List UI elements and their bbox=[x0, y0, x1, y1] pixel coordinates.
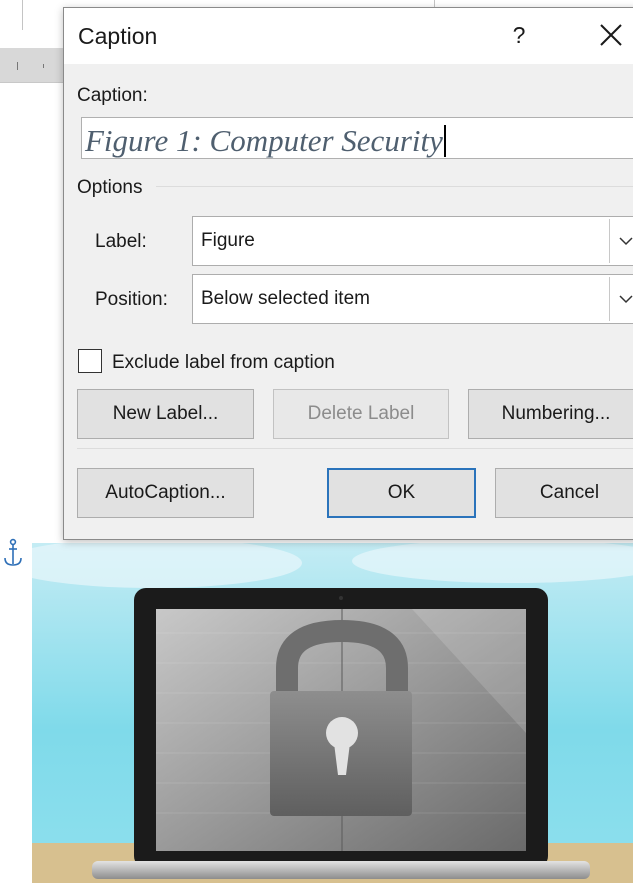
label-dropdown[interactable]: Figure bbox=[192, 216, 633, 266]
ruler-line bbox=[22, 0, 23, 30]
chevron-down-icon bbox=[619, 237, 633, 246]
button-divider bbox=[77, 448, 633, 449]
ok-button[interactable]: OK bbox=[327, 468, 476, 518]
numbering-button[interactable]: Numbering... bbox=[468, 389, 633, 439]
help-button[interactable]: ? bbox=[504, 18, 534, 52]
exclude-label-checkbox[interactable] bbox=[78, 349, 102, 373]
options-group-label: Options bbox=[77, 177, 143, 198]
ruler-tick bbox=[17, 62, 18, 70]
text-caret bbox=[443, 125, 446, 157]
caption-input[interactable]: Figure 1: Computer Security bbox=[81, 117, 633, 159]
new-label-button[interactable]: New Label... bbox=[77, 389, 254, 439]
caption-input-text: Figure 1: Computer Security bbox=[85, 123, 443, 158]
label-field-label: Label: bbox=[95, 231, 147, 252]
position-dropdown-button[interactable] bbox=[609, 277, 633, 321]
anchor-icon bbox=[4, 538, 22, 566]
delete-label-button[interactable]: Delete Label bbox=[273, 389, 449, 439]
dialog-titlebar[interactable]: Caption ? bbox=[64, 8, 633, 64]
autocaption-button[interactable]: AutoCaption... bbox=[77, 468, 254, 518]
position-dropdown[interactable]: Below selected item bbox=[192, 274, 633, 324]
caption-field-label: Caption: bbox=[77, 85, 148, 106]
laptop-with-padlock-image[interactable] bbox=[32, 543, 633, 883]
dialog-title: Caption bbox=[78, 23, 158, 49]
position-field-label: Position: bbox=[95, 289, 168, 310]
close-icon[interactable] bbox=[594, 18, 628, 52]
caption-dialog: Caption ? Caption: Figure 1: Computer Se… bbox=[63, 7, 633, 540]
label-dropdown-button[interactable] bbox=[609, 219, 633, 263]
options-divider bbox=[156, 186, 633, 187]
exclude-label-text[interactable]: Exclude label from caption bbox=[112, 352, 335, 374]
position-dropdown-value: Below selected item bbox=[201, 288, 370, 309]
chevron-down-icon bbox=[619, 295, 633, 304]
ruler-tick bbox=[43, 64, 44, 68]
ruler bbox=[0, 48, 64, 83]
label-dropdown-value: Figure bbox=[201, 230, 255, 251]
cancel-button[interactable]: Cancel bbox=[495, 468, 633, 518]
